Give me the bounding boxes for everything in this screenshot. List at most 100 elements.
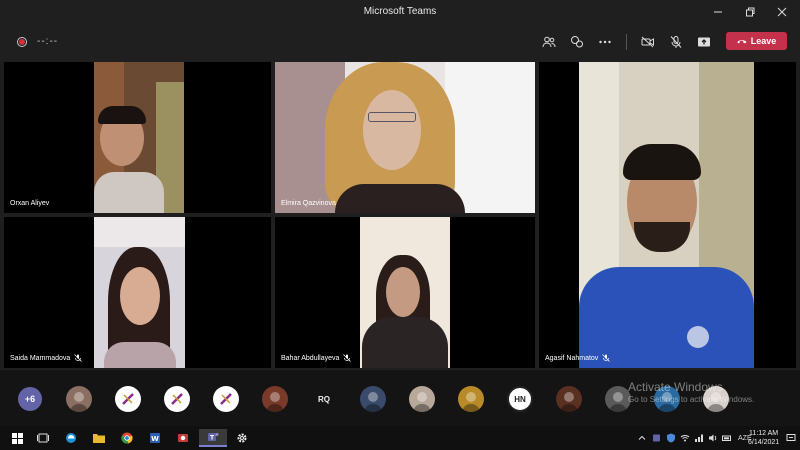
watermark-heading: Activate Windows	[628, 380, 723, 394]
school-logo-icon	[220, 393, 232, 405]
participant-name-label: Elmira Qazvinova	[281, 200, 336, 207]
network-icon[interactable]	[694, 433, 704, 443]
meeting-toolbar: --:--	[0, 24, 800, 60]
avatar-photo	[413, 392, 431, 412]
camera-off-icon	[641, 36, 654, 48]
taskbar-teams[interactable]: T	[199, 429, 227, 447]
taskbar-word[interactable]: W	[141, 429, 169, 447]
more-icon	[599, 40, 611, 44]
participant-video-tile[interactable]: Elmira Qazvinova	[275, 62, 535, 213]
share-icon	[698, 37, 710, 47]
participant-name-label: Saida Mammadova	[10, 354, 83, 362]
participant-name-label: Agasif Nahmatov	[545, 354, 611, 362]
leave-label: Leave	[750, 36, 777, 46]
svg-text:W: W	[151, 435, 159, 443]
participant-avatar[interactable]	[409, 386, 435, 412]
participant-video	[94, 217, 185, 368]
muted-mic-icon	[343, 354, 352, 362]
mic-toggle-button[interactable]	[666, 32, 686, 52]
chat-icon	[571, 36, 583, 48]
people-icon	[542, 36, 556, 48]
windows-logo-icon	[11, 432, 23, 444]
avatar-photo	[560, 392, 578, 412]
recording-indicator-icon	[17, 37, 27, 47]
participant-video-tile[interactable]: Bahar Abdullayeva	[275, 217, 535, 368]
taskbar-clock[interactable]: 11:12 AM 6/14/2021	[748, 429, 779, 447]
participant-video	[579, 62, 754, 368]
wifi-icon[interactable]	[680, 433, 690, 443]
meeting-timer: --:--	[37, 36, 59, 47]
participants-button[interactable]	[539, 32, 559, 52]
start-button[interactable]	[3, 429, 31, 447]
taskbar-edge[interactable]	[57, 429, 85, 447]
participant-avatar[interactable]	[262, 386, 288, 412]
participant-name-label: Orxan Aliyev	[10, 200, 50, 207]
maximize-button[interactable]	[734, 0, 766, 24]
system-tray: AZE	[638, 432, 752, 444]
restore-icon	[746, 7, 755, 17]
participant-video	[275, 62, 535, 213]
participant-avatar[interactable]: RQ	[311, 386, 337, 412]
participant-avatar[interactable]: HN	[507, 386, 533, 412]
taskbar-chrome[interactable]	[113, 429, 141, 447]
muted-mic-icon	[602, 354, 611, 362]
chrome-icon	[121, 432, 133, 444]
participant-avatar[interactable]	[360, 386, 386, 412]
watermark-subtext: Go to Settings to activate Windows.	[628, 395, 755, 404]
gear-icon	[237, 433, 247, 443]
taskbar-file-explorer[interactable]	[85, 429, 113, 447]
minimize-button[interactable]	[702, 0, 734, 24]
muted-mic-icon	[74, 354, 83, 362]
school-logo-icon	[171, 393, 183, 405]
folder-icon	[93, 434, 105, 443]
teams-tray-icon[interactable]	[652, 433, 662, 443]
avatar-photo	[70, 392, 88, 412]
clock-date: 6/14/2021	[748, 439, 780, 446]
school-logo-icon	[122, 393, 134, 405]
participant-video-tile[interactable]: Orxan Aliyev	[4, 62, 271, 213]
chat-button[interactable]	[567, 32, 587, 52]
task-view-icon	[37, 433, 49, 443]
taskbar-camera-app[interactable]	[169, 429, 197, 447]
close-button[interactable]	[766, 0, 798, 24]
task-view-button[interactable]	[29, 429, 57, 447]
participant-avatar[interactable]	[164, 386, 190, 412]
chevron-up-icon[interactable]	[638, 434, 646, 442]
battery-icon[interactable]	[722, 433, 732, 443]
avatar-photo	[462, 392, 480, 412]
hang-up-icon	[737, 40, 747, 44]
participant-avatar[interactable]	[115, 386, 141, 412]
mic-off-icon	[670, 36, 682, 48]
participant-avatar[interactable]	[556, 386, 582, 412]
camera-app-icon	[178, 434, 188, 442]
video-grid: Orxan Aliyev Elmira Qazvinova Agasif Nah…	[0, 60, 800, 370]
more-participants-button[interactable]: +6	[18, 387, 42, 411]
participant-avatar[interactable]	[458, 386, 484, 412]
participant-video-tile[interactable]: Saida Mammadova	[4, 217, 271, 368]
notification-icon[interactable]	[786, 433, 796, 443]
title-bar: Microsoft Teams	[0, 0, 800, 24]
teams-icon: T	[208, 433, 219, 442]
participant-video	[94, 62, 184, 213]
volume-icon[interactable]	[708, 433, 718, 443]
camera-toggle-button[interactable]	[638, 32, 658, 52]
taskbar-settings[interactable]	[228, 429, 256, 447]
avatar-photo	[266, 392, 284, 412]
leave-button[interactable]: Leave	[726, 32, 787, 50]
window-title: Microsoft Teams	[363, 6, 437, 17]
edge-icon	[66, 433, 76, 443]
participant-avatar[interactable]	[66, 386, 92, 412]
activate-windows-watermark: Activate Windows Go to Settings to activ…	[628, 380, 754, 404]
avatar-photo	[364, 392, 382, 412]
teams-window: Microsoft Teams --:-- Leave Orxan Aliyev…	[0, 0, 800, 450]
participant-avatar[interactable]	[213, 386, 239, 412]
more-actions-button[interactable]	[595, 32, 615, 52]
clock-time: 11:12 AM	[749, 430, 779, 437]
shield-icon[interactable]	[666, 433, 676, 443]
participant-name-label: Bahar Abdullayeva	[281, 354, 352, 362]
participant-video	[360, 217, 450, 368]
windows-taskbar: W T AZE 11:12 AM 6/14/2021	[0, 426, 800, 450]
share-screen-button[interactable]	[694, 32, 714, 52]
minimize-icon	[714, 11, 722, 13]
participant-video-tile[interactable]: Agasif Nahmatov	[539, 62, 796, 368]
